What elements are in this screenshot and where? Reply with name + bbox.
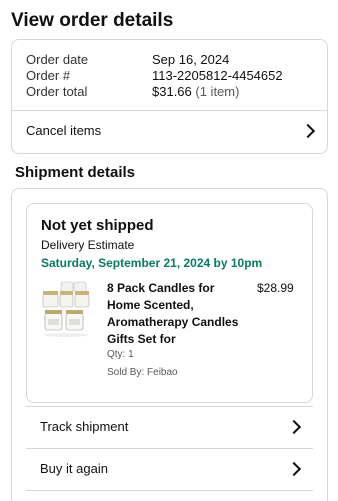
- order-number-value: 113-2205812-4454652: [152, 68, 283, 83]
- order-total-row: Order total $31.66 (1 item): [26, 84, 316, 100]
- order-total-label: Order total: [26, 84, 88, 99]
- order-date-label: Order date: [26, 52, 89, 67]
- order-item-count: (1 item): [195, 84, 240, 99]
- shipment-section-title: Shipment details: [15, 164, 136, 181]
- shipment-card: Not yet shipped Delivery Estimate Saturd…: [11, 188, 328, 501]
- cancel-items-row[interactable]: Cancel items: [12, 111, 327, 151]
- shipment-item-card: Not yet shipped Delivery Estimate Saturd…: [26, 203, 313, 403]
- product-price: $28.99: [257, 281, 294, 295]
- shipment-status: Not yet shipped: [41, 217, 154, 234]
- order-date-value: Sep 16, 2024: [152, 52, 230, 67]
- actions-divider: [26, 490, 313, 491]
- order-number-label: Order #: [26, 68, 71, 83]
- order-summary-card: Order date Sep 16, 2024 Order # 113-2205…: [11, 39, 328, 154]
- track-shipment-label: Track shipment: [40, 419, 129, 434]
- cancel-items-label: Cancel items: [26, 123, 102, 138]
- chevron-right-icon: [286, 461, 302, 477]
- product-title-link[interactable]: 8 Pack Candles for Home Scented, Aromath…: [107, 280, 247, 348]
- product-quantity: Qty: 1: [107, 349, 134, 360]
- chevron-right-icon: [300, 123, 316, 139]
- track-shipment-row[interactable]: Track shipment: [26, 407, 313, 447]
- buy-it-again-label: Buy it again: [40, 461, 108, 476]
- candle-set-product-image[interactable]: [41, 280, 91, 338]
- product-seller: Sold By: Feibao: [107, 367, 178, 378]
- delivery-estimate-label: Delivery Estimate: [41, 238, 135, 252]
- order-total-value: $31.66: [152, 84, 192, 99]
- order-number-row: Order # 113-2205812-4454652: [26, 68, 316, 84]
- buy-it-again-row[interactable]: Buy it again: [26, 449, 313, 489]
- order-total-value-group: $31.66 (1 item): [152, 84, 239, 100]
- order-date-row: Order date Sep 16, 2024: [26, 52, 316, 68]
- delivery-estimate-date: Saturday, September 21, 2024 by 10pm: [41, 256, 263, 270]
- chevron-right-icon: [286, 419, 302, 435]
- page-title: View order details: [11, 10, 174, 31]
